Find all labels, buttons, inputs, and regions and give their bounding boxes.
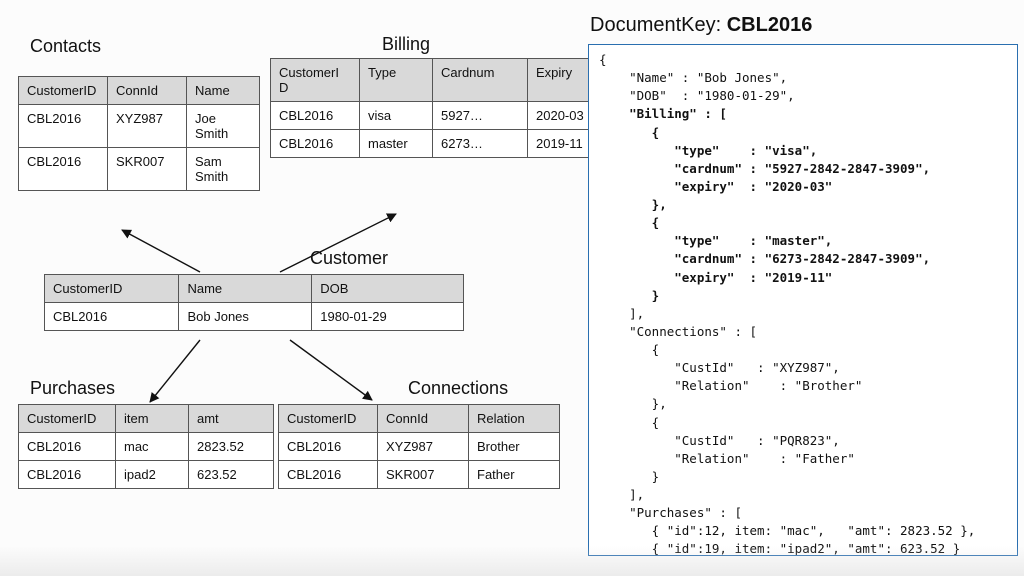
table-row: CBL2016XYZ987Brother (279, 433, 560, 461)
table-cell: XYZ987 (108, 105, 187, 148)
json-line: } (599, 468, 1007, 486)
table-header: ConnId (108, 77, 187, 105)
table-row: CBL2016ipad2623.52 (19, 461, 274, 489)
json-line: }, (599, 196, 1007, 214)
table-cell: CBL2016 (279, 461, 378, 489)
table-cell: Brother (469, 433, 560, 461)
json-line: }, (599, 395, 1007, 413)
json-line: "Billing" : [ (599, 105, 1007, 123)
table-cell: 5927… (433, 102, 528, 130)
json-line: "type" : "master", (599, 232, 1007, 250)
contacts-table: CustomerIDConnIdNameCBL2016XYZ987Joe Smi… (18, 76, 260, 191)
table-header: ConnId (378, 405, 469, 433)
json-line: "expiry" : "2019-11" (599, 269, 1007, 287)
table-header: Cardnum (433, 59, 528, 102)
json-line: { "id":12, item: "mac", "amt": 2823.52 }… (599, 522, 1007, 540)
table-cell: CBL2016 (45, 303, 179, 331)
customer-heading: Customer (310, 248, 388, 269)
table-header: amt (189, 405, 274, 433)
json-line: { (599, 414, 1007, 432)
document-key-heading: DocumentKey: CBL2016 (590, 14, 812, 37)
json-line: { (599, 341, 1007, 359)
table-cell: XYZ987 (378, 433, 469, 461)
table-header: CustomerID (19, 77, 108, 105)
connections-heading: Connections (408, 378, 508, 399)
table-row: CBL2016master6273…2019-11 (271, 130, 607, 158)
table-cell: visa (360, 102, 433, 130)
json-line: "Connections" : [ (599, 323, 1007, 341)
json-line: "Name" : "Bob Jones", (599, 69, 1007, 87)
table-cell: CBL2016 (19, 148, 108, 191)
json-document-box: { "Name" : "Bob Jones", "DOB" : "1980-01… (588, 44, 1018, 556)
table-cell: 6273… (433, 130, 528, 158)
table-cell: master (360, 130, 433, 158)
table-cell: CBL2016 (271, 130, 360, 158)
table-row: CBL2016visa5927…2020-03 (271, 102, 607, 130)
json-line: "cardnum" : "5927-2842-2847-3909", (599, 160, 1007, 178)
json-line: "expiry" : "2020-03" (599, 178, 1007, 196)
json-line: ], (599, 486, 1007, 504)
table-cell: 2823.52 (189, 433, 274, 461)
json-line: ], (599, 305, 1007, 323)
table-cell: 623.52 (189, 461, 274, 489)
json-line: } (599, 287, 1007, 305)
table-cell: SKR007 (108, 148, 187, 191)
table-cell: Sam Smith (187, 148, 260, 191)
table-header: Type (360, 59, 433, 102)
table-header: item (116, 405, 189, 433)
contacts-heading: Contacts (30, 36, 101, 57)
document-key-label: DocumentKey: (590, 14, 727, 36)
table-header: Name (187, 77, 260, 105)
document-key-value: CBL2016 (727, 14, 813, 36)
table-cell: CBL2016 (279, 433, 378, 461)
json-line: "CustId" : "PQR823", (599, 432, 1007, 450)
table-cell: SKR007 (378, 461, 469, 489)
table-row: CBL2016SKR007Sam Smith (19, 148, 260, 191)
table-cell: ipad2 (116, 461, 189, 489)
diagram-stage: Contacts Billing Customer Purchases Conn… (0, 0, 1024, 576)
connections-table: CustomerIDConnIdRelationCBL2016XYZ987Bro… (278, 404, 560, 489)
json-line: "Relation" : "Brother" (599, 377, 1007, 395)
table-row: CBL2016mac2823.52 (19, 433, 274, 461)
json-line: { (599, 214, 1007, 232)
arrow-customer-to-contacts (122, 230, 200, 272)
json-line: "CustId" : "XYZ987", (599, 359, 1007, 377)
billing-table: CustomerI DTypeCardnumExpiryCBL2016visa5… (270, 58, 607, 158)
table-header: CustomerI D (271, 59, 360, 102)
table-cell: CBL2016 (19, 461, 116, 489)
customer-table: CustomerIDNameDOBCBL2016Bob Jones1980-01… (44, 274, 464, 331)
table-cell: Joe Smith (187, 105, 260, 148)
table-cell: 1980-01-29 (312, 303, 464, 331)
json-line: { (599, 124, 1007, 142)
table-cell: Bob Jones (179, 303, 312, 331)
table-row: CBL2016Bob Jones1980-01-29 (45, 303, 464, 331)
purchases-heading: Purchases (30, 378, 115, 399)
table-header: DOB (312, 275, 464, 303)
table-header: Relation (469, 405, 560, 433)
json-line: { (599, 51, 1007, 69)
table-cell: CBL2016 (271, 102, 360, 130)
bottom-fade (0, 546, 1024, 576)
table-row: CBL2016XYZ987Joe Smith (19, 105, 260, 148)
json-line: "type" : "visa", (599, 142, 1007, 160)
table-cell: CBL2016 (19, 433, 116, 461)
json-line: "DOB" : "1980-01-29", (599, 87, 1007, 105)
json-line: "Purchases" : [ (599, 504, 1007, 522)
table-header: Name (179, 275, 312, 303)
table-row: CBL2016SKR007Father (279, 461, 560, 489)
table-header: CustomerID (45, 275, 179, 303)
table-header: CustomerID (279, 405, 378, 433)
billing-heading: Billing (382, 34, 430, 55)
table-cell: mac (116, 433, 189, 461)
table-header: CustomerID (19, 405, 116, 433)
purchases-table: CustomerIDitemamtCBL2016mac2823.52CBL201… (18, 404, 274, 489)
json-line: "Relation" : "Father" (599, 450, 1007, 468)
arrow-customer-to-purchases (150, 340, 200, 402)
arrow-customer-to-connections (290, 340, 372, 400)
table-cell: CBL2016 (19, 105, 108, 148)
table-cell: Father (469, 461, 560, 489)
json-line: "cardnum" : "6273-2842-2847-3909", (599, 250, 1007, 268)
